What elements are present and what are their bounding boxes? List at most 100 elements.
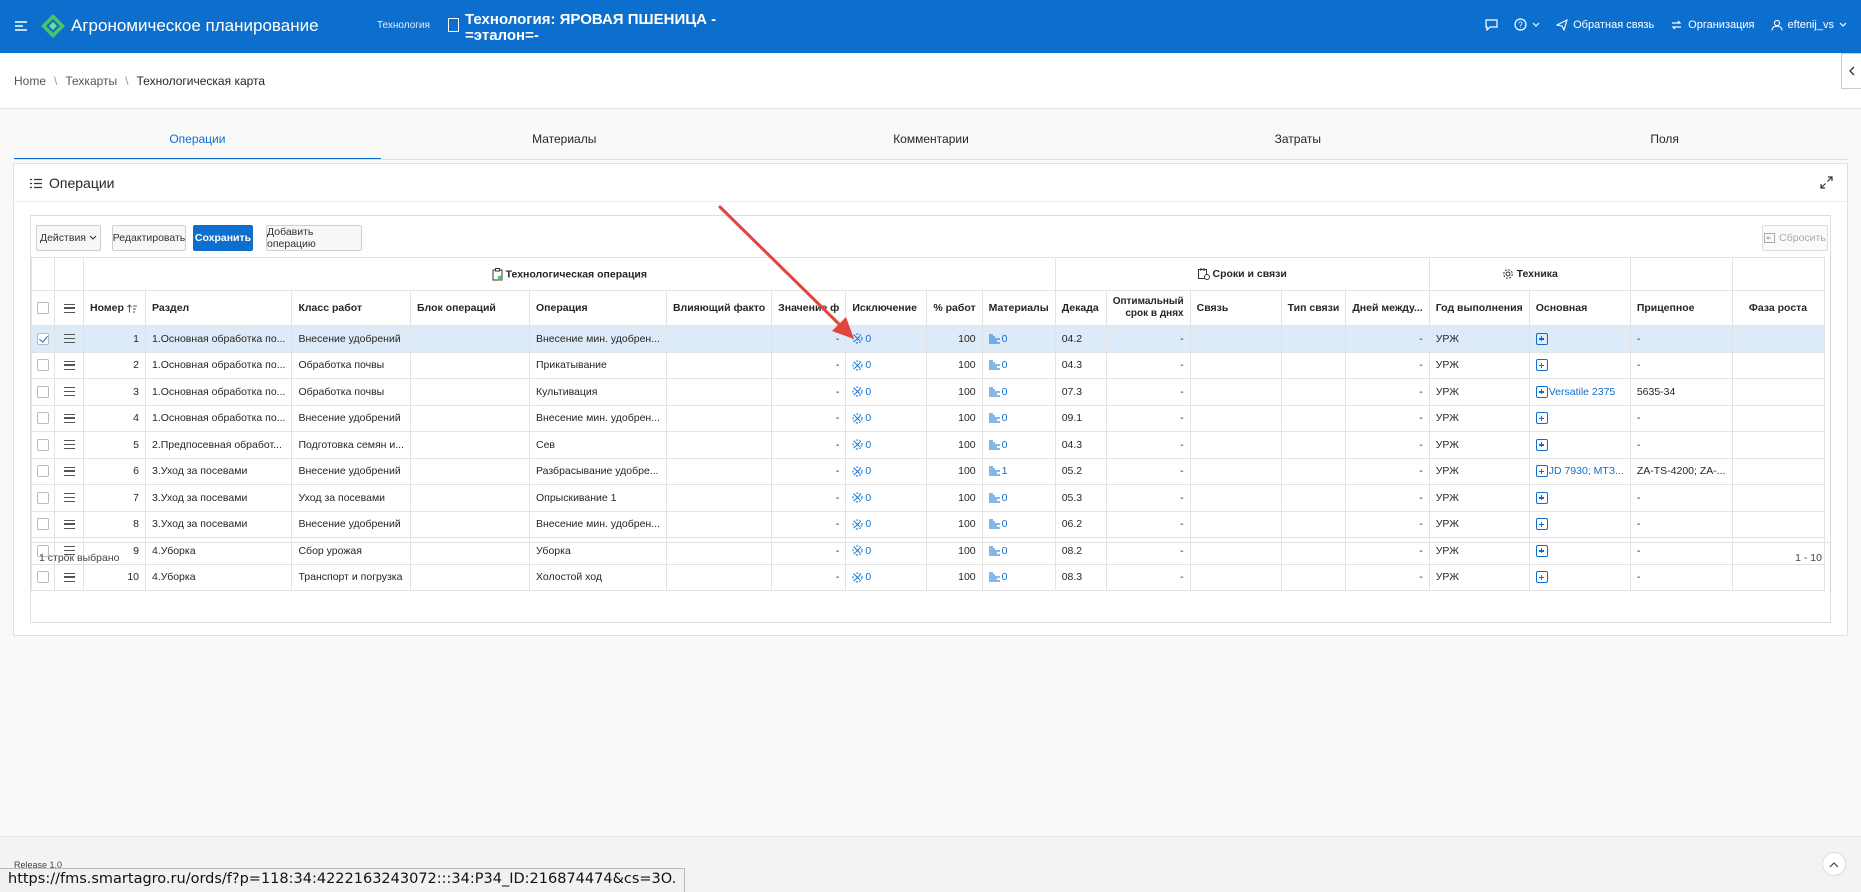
cell-factor-value[interactable]: -: [771, 404, 847, 432]
cell-section[interactable]: 1.Основная обработка по...: [144, 351, 293, 379]
col-number[interactable]: Номер: [83, 290, 146, 326]
add-machine-icon[interactable]: [1535, 465, 1548, 478]
cell-work-class[interactable]: Обработка почвы: [291, 351, 411, 379]
cell-days-between[interactable]: -: [1345, 404, 1430, 432]
cell-trailer[interactable]: -: [1629, 510, 1733, 538]
row-checkbox[interactable]: [37, 465, 49, 478]
cell-op-block[interactable]: [409, 325, 530, 353]
exception-link[interactable]: 0: [865, 412, 871, 424]
tab-materials[interactable]: Материалы: [381, 123, 748, 160]
cell-link[interactable]: [1189, 510, 1282, 538]
cell-days-between[interactable]: -: [1345, 431, 1430, 459]
row-menu-icon[interactable]: [63, 572, 75, 582]
edit-button[interactable]: Редактировать: [112, 225, 186, 251]
table-row[interactable]: 4 1.Основная обработка по... Внесение удоб…: [31, 404, 1825, 432]
col-materials[interactable]: Материалы: [981, 290, 1056, 326]
cell-factor-value[interactable]: -: [771, 457, 847, 485]
cell-growth-phase[interactable]: [1731, 325, 1825, 353]
table-row[interactable]: 5 2.Предпосевная обработ... Подготовка сем…: [31, 431, 1825, 459]
cell-year[interactable]: УРЖ: [1428, 510, 1530, 538]
tab-comments[interactable]: Комментарии: [748, 123, 1115, 160]
cell-growth-phase[interactable]: [1731, 484, 1825, 512]
reset-button[interactable]: Сбросить: [1762, 225, 1828, 251]
cell-trailer[interactable]: -: [1629, 404, 1733, 432]
exception-link[interactable]: 0: [865, 333, 871, 345]
cell-decade[interactable]: 04.3: [1054, 351, 1107, 379]
cell-decade[interactable]: 05.3: [1054, 484, 1107, 512]
col-factor-value[interactable]: Значение ф: [771, 290, 847, 326]
col-section[interactable]: Раздел: [144, 290, 293, 326]
cell-growth-phase[interactable]: [1731, 404, 1825, 432]
cell-days-between[interactable]: -: [1345, 378, 1430, 406]
cell-work-class[interactable]: Уход за посевами: [291, 484, 411, 512]
row-menu-icon[interactable]: [63, 440, 75, 450]
col-main-machine[interactable]: Основная: [1528, 290, 1631, 326]
cell-number[interactable]: 3: [83, 378, 146, 406]
cell-optimal-days[interactable]: -: [1105, 378, 1191, 406]
cell-op-block[interactable]: [409, 404, 530, 432]
cell-exception[interactable]: 0: [845, 457, 928, 485]
row-select-cell[interactable]: [31, 378, 55, 406]
cell-link[interactable]: [1189, 431, 1282, 459]
col-link[interactable]: Связь: [1189, 290, 1282, 326]
row-actions-cell[interactable]: [54, 457, 84, 485]
row-menu-icon[interactable]: [63, 519, 75, 529]
cell-days-between[interactable]: -: [1345, 457, 1430, 485]
cell-trailer[interactable]: -: [1629, 351, 1733, 379]
cell-year[interactable]: УРЖ: [1428, 484, 1530, 512]
cell-days-between[interactable]: -: [1345, 325, 1430, 353]
cell-number[interactable]: 2: [83, 351, 146, 379]
cell-optimal-days[interactable]: -: [1105, 404, 1191, 432]
cell-days-between[interactable]: -: [1345, 484, 1430, 512]
cell-optimal-days[interactable]: -: [1105, 325, 1191, 353]
add-machine-icon[interactable]: [1535, 359, 1548, 372]
cell-materials[interactable]: 0: [981, 431, 1056, 459]
cell-main-machine[interactable]: [1528, 510, 1631, 538]
row-menu-icon[interactable]: [63, 334, 75, 344]
cell-link[interactable]: [1189, 484, 1282, 512]
cell-factor-value[interactable]: -: [771, 325, 847, 353]
cell-optimal-days[interactable]: -: [1105, 457, 1191, 485]
cell-operation[interactable]: Внесение мин. удобрен...: [528, 404, 667, 432]
col-link-type[interactable]: Тип связи: [1280, 290, 1347, 326]
cell-decade[interactable]: 09.1: [1054, 404, 1107, 432]
cell-op-block[interactable]: [409, 431, 530, 459]
cell-growth-phase[interactable]: [1731, 378, 1825, 406]
cell-year[interactable]: УРЖ: [1428, 325, 1530, 353]
cell-section[interactable]: 3.Уход за посевами: [144, 484, 293, 512]
main-machine-link[interactable]: Versatile 2375: [1549, 386, 1616, 398]
main-machine-link[interactable]: JD 7930; МТЗ...: [1549, 465, 1624, 477]
materials-link[interactable]: 0: [1002, 518, 1008, 530]
cell-year[interactable]: УРЖ: [1428, 404, 1530, 432]
organization-link[interactable]: Организация: [1670, 19, 1755, 31]
cell-year[interactable]: УРЖ: [1428, 457, 1530, 485]
cell-factor[interactable]: [665, 484, 773, 512]
cell-days-between[interactable]: -: [1345, 510, 1430, 538]
materials-link[interactable]: 0: [1002, 492, 1008, 504]
cell-exception[interactable]: 0: [845, 484, 928, 512]
cell-decade[interactable]: 06.2: [1054, 510, 1107, 538]
materials-link[interactable]: 0: [1002, 412, 1008, 424]
table-row[interactable]: 7 3.Уход за посевами Уход за посевами Опрыс…: [31, 484, 1825, 512]
cell-operation[interactable]: Внесение мин. удобрен...: [528, 510, 667, 538]
cell-section[interactable]: 3.Уход за посевами: [144, 510, 293, 538]
cell-exception[interactable]: 0: [845, 325, 928, 353]
collapse-panel-button[interactable]: [1841, 53, 1861, 89]
cell-section[interactable]: 2.Предпосевная обработ...: [144, 431, 293, 459]
actions-button[interactable]: Действия: [36, 225, 101, 251]
cell-work-percent[interactable]: 100: [926, 404, 983, 432]
row-select-cell[interactable]: [31, 484, 55, 512]
materials-link[interactable]: 0: [1002, 359, 1008, 371]
materials-link[interactable]: 0: [1002, 439, 1008, 451]
cell-factor[interactable]: [665, 378, 773, 406]
row-checkbox[interactable]: [37, 412, 49, 425]
exception-link[interactable]: 0: [865, 359, 871, 371]
cell-growth-phase[interactable]: [1731, 351, 1825, 379]
col-exception[interactable]: Исключение: [845, 290, 928, 326]
cell-work-percent[interactable]: 100: [926, 457, 983, 485]
cell-main-machine[interactable]: [1528, 325, 1631, 353]
cell-op-block[interactable]: [409, 484, 530, 512]
cell-work-class[interactable]: Внесение удобрений: [291, 457, 411, 485]
cell-link[interactable]: [1189, 404, 1282, 432]
cell-section[interactable]: 1.Основная обработка по...: [144, 325, 293, 353]
